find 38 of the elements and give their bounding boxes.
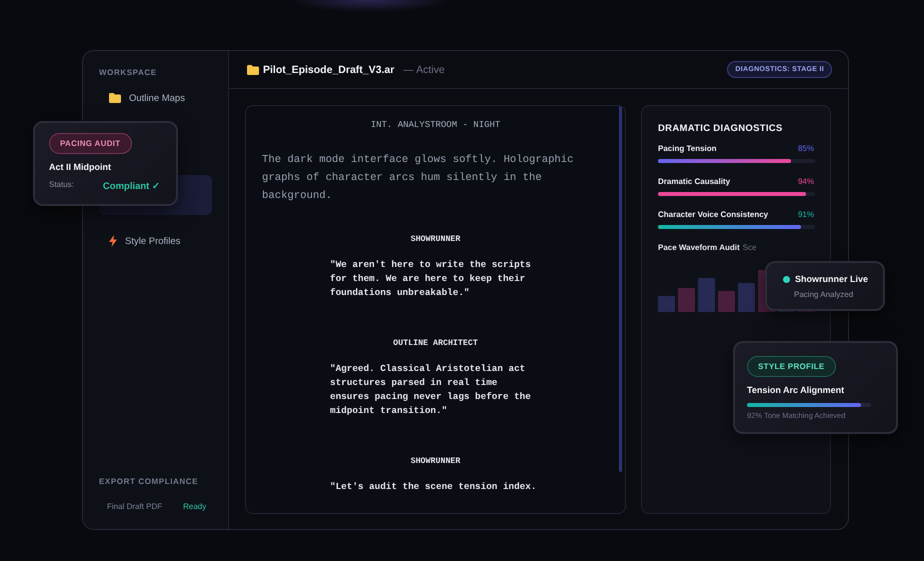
sidebar-item[interactable]: Outline Maps <box>99 85 212 111</box>
metric-label: Character Voice Consistency <box>658 210 768 219</box>
character-name: SHOWRUNNER <box>410 235 462 244</box>
lightning-icon <box>109 235 117 247</box>
export-status: Ready <box>183 502 206 511</box>
folder-icon <box>109 93 121 103</box>
scene-heading: INT. ANALYSTROOM - NIGHT <box>370 120 502 130</box>
metric-label: Dramatic Causality <box>658 177 730 186</box>
metric-value: 94% <box>798 177 814 186</box>
section-label: WORKSPACE <box>99 68 158 77</box>
card-title: Tension Arc Alignment <box>747 385 846 395</box>
dialogue-text: "We aren't here to write the scripts for them. We are here to keep their foundations unbreakable." <box>330 258 532 300</box>
card-title: Showrunner Live <box>795 274 868 284</box>
scrollbar[interactable] <box>619 106 622 472</box>
status-dot <box>783 276 790 282</box>
metric-value: 85% <box>798 144 814 153</box>
action-text: The dark mode interface glows softly. Holographic graphs of character arcs hum silently in the background. <box>262 153 575 204</box>
dialogue-text: "Agreed. Classical Aristotelian act structures parsed in real time ensures pacing never lags before the midpoint transition." <box>330 362 532 418</box>
metric-value: 91% <box>798 210 814 219</box>
waveform-title: Pace Waveform Audit <box>658 243 740 252</box>
metric-label: Pacing Tension <box>658 144 717 153</box>
character-name: SHOWRUNNER <box>410 457 462 466</box>
folder-icon <box>247 64 259 74</box>
card-subtitle: Pacing Analyzed <box>794 290 854 299</box>
status-value: Compliant ✓ <box>102 180 160 192</box>
character-name: OUTLINE ARCHITECT <box>392 339 479 348</box>
file-status: — Active <box>403 64 445 76</box>
card-title: Act II Midpoint <box>49 162 112 172</box>
section-label: EXPORT COMPLIANCE <box>99 477 200 486</box>
export-format: Final Draft PDF <box>107 502 162 511</box>
waveform-subtitle: Sce <box>742 243 756 252</box>
audit-badge: PACING AUDIT <box>49 133 132 154</box>
file-name: Pilot_Episode_Draft_V3.ar <box>263 64 394 76</box>
panel-title: DRAMATIC DIAGNOSTICS <box>658 123 784 134</box>
sidebar-item[interactable]: Style Profiles <box>99 228 212 254</box>
profile-badge: STYLE PROFILE <box>747 356 836 377</box>
dialogue-text: "Let's audit the scene tension index. <box>330 480 536 494</box>
status-label: Status: <box>49 180 74 191</box>
